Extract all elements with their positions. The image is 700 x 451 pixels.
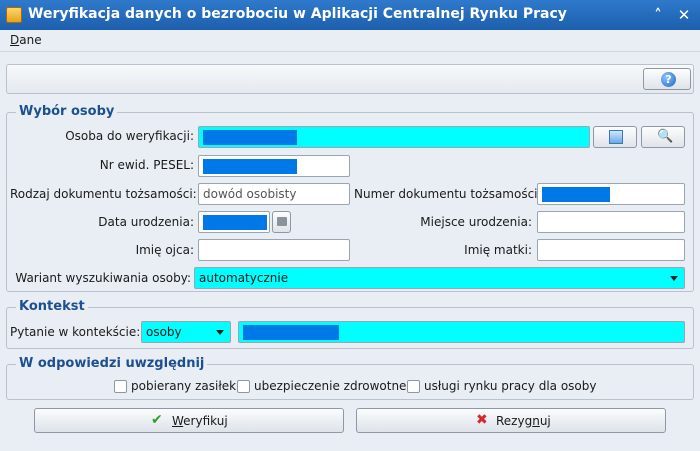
- birth-date-field[interactable]: [198, 211, 270, 233]
- checkbox-labor-services[interactable]: [407, 380, 420, 393]
- search-variant-select[interactable]: automatycznie: [194, 267, 685, 289]
- search-icon: 🔍: [657, 129, 674, 144]
- context-question-select[interactable]: osoby: [141, 321, 231, 343]
- birth-place-label: Miejsce urodzenia:: [420, 215, 532, 229]
- cancel-button-label: Rezygnuj: [496, 414, 551, 428]
- verify-button-label: Weryfikuj: [172, 414, 228, 428]
- menu-bar: Dane: [0, 30, 700, 52]
- context-question-value: osoby: [146, 325, 182, 339]
- title-bar: Weryfikacja danych o bezrobociu w Aplika…: [0, 0, 700, 30]
- doc-number-value-highlight: [542, 187, 610, 202]
- help-button[interactable]: ?: [643, 68, 691, 90]
- birth-date-label: Data urodzenia:: [98, 215, 194, 229]
- doc-type-field[interactable]: dowód osobisty: [198, 183, 350, 205]
- checkbox-health-insurance-label: ubezpieczenie zdrowotne: [254, 379, 407, 393]
- include-group-title: W odpowiedzi uwzględnij: [16, 356, 208, 371]
- birth-date-value-highlight: [203, 215, 267, 230]
- father-name-field[interactable]: [198, 239, 350, 261]
- list-icon: [609, 130, 623, 144]
- doc-number-field[interactable]: [537, 183, 685, 205]
- pesel-field[interactable]: [198, 155, 350, 177]
- cancel-button[interactable]: ✖ Rezygnuj: [356, 408, 666, 433]
- search-variant-label: Wariant wyszukiwania osoby:: [15, 271, 191, 285]
- context-field[interactable]: [238, 321, 685, 343]
- toolbar: [6, 64, 694, 94]
- pesel-value-highlight: [203, 159, 297, 174]
- checkbox-health-insurance[interactable]: [237, 380, 250, 393]
- context-group-title: Kontekst: [16, 299, 88, 314]
- checkbox-benefit[interactable]: [114, 380, 127, 393]
- doc-type-placeholder: dowód osobisty: [203, 187, 297, 201]
- context-question-label: Pytanie w kontekście:: [10, 325, 141, 339]
- calendar-icon: [277, 217, 287, 226]
- doc-type-label: Rodzaj dokumentu tożsamości:: [10, 187, 197, 201]
- pesel-label: Nr ewid. PESEL:: [99, 158, 194, 172]
- birth-place-field[interactable]: [537, 211, 685, 233]
- window-title: Weryfikacja danych o bezrobociu w Aplika…: [28, 6, 567, 22]
- father-name-label: Imię ojca:: [135, 243, 194, 257]
- chevron-down-icon: [670, 276, 678, 281]
- checkbox-benefit-label: pobierany zasiłek: [131, 379, 237, 393]
- minimize-icon[interactable]: ˄: [648, 5, 668, 25]
- person-label: Osoba do weryfikacji:: [65, 129, 194, 143]
- person-value-highlight: [203, 130, 297, 145]
- mother-name-field[interactable]: [537, 239, 685, 261]
- checkmark-icon: ✔: [151, 412, 163, 428]
- calendar-button[interactable]: [272, 211, 291, 233]
- person-picker-button[interactable]: [593, 126, 637, 148]
- search-variant-value: automatycznie: [199, 271, 289, 285]
- mother-name-label: Imię matki:: [464, 243, 532, 257]
- doc-number-label: Numer dokumentu tożsamości:: [354, 187, 542, 201]
- person-group-title: Wybór osoby: [16, 104, 118, 119]
- cross-icon: ✖: [476, 412, 488, 428]
- context-value-highlight: [243, 325, 339, 340]
- verify-button[interactable]: ✔ Weryfikuj: [34, 408, 344, 433]
- search-button[interactable]: 🔍: [641, 126, 685, 148]
- help-icon: ?: [661, 72, 676, 87]
- person-field[interactable]: [198, 126, 590, 148]
- app-icon: [6, 7, 22, 23]
- chevron-down-icon: [216, 330, 224, 335]
- checkbox-labor-services-label: usługi rynku pracy dla osoby: [424, 379, 597, 393]
- menu-item-dane[interactable]: Dane: [10, 33, 42, 47]
- close-icon[interactable]: ✕: [674, 5, 694, 25]
